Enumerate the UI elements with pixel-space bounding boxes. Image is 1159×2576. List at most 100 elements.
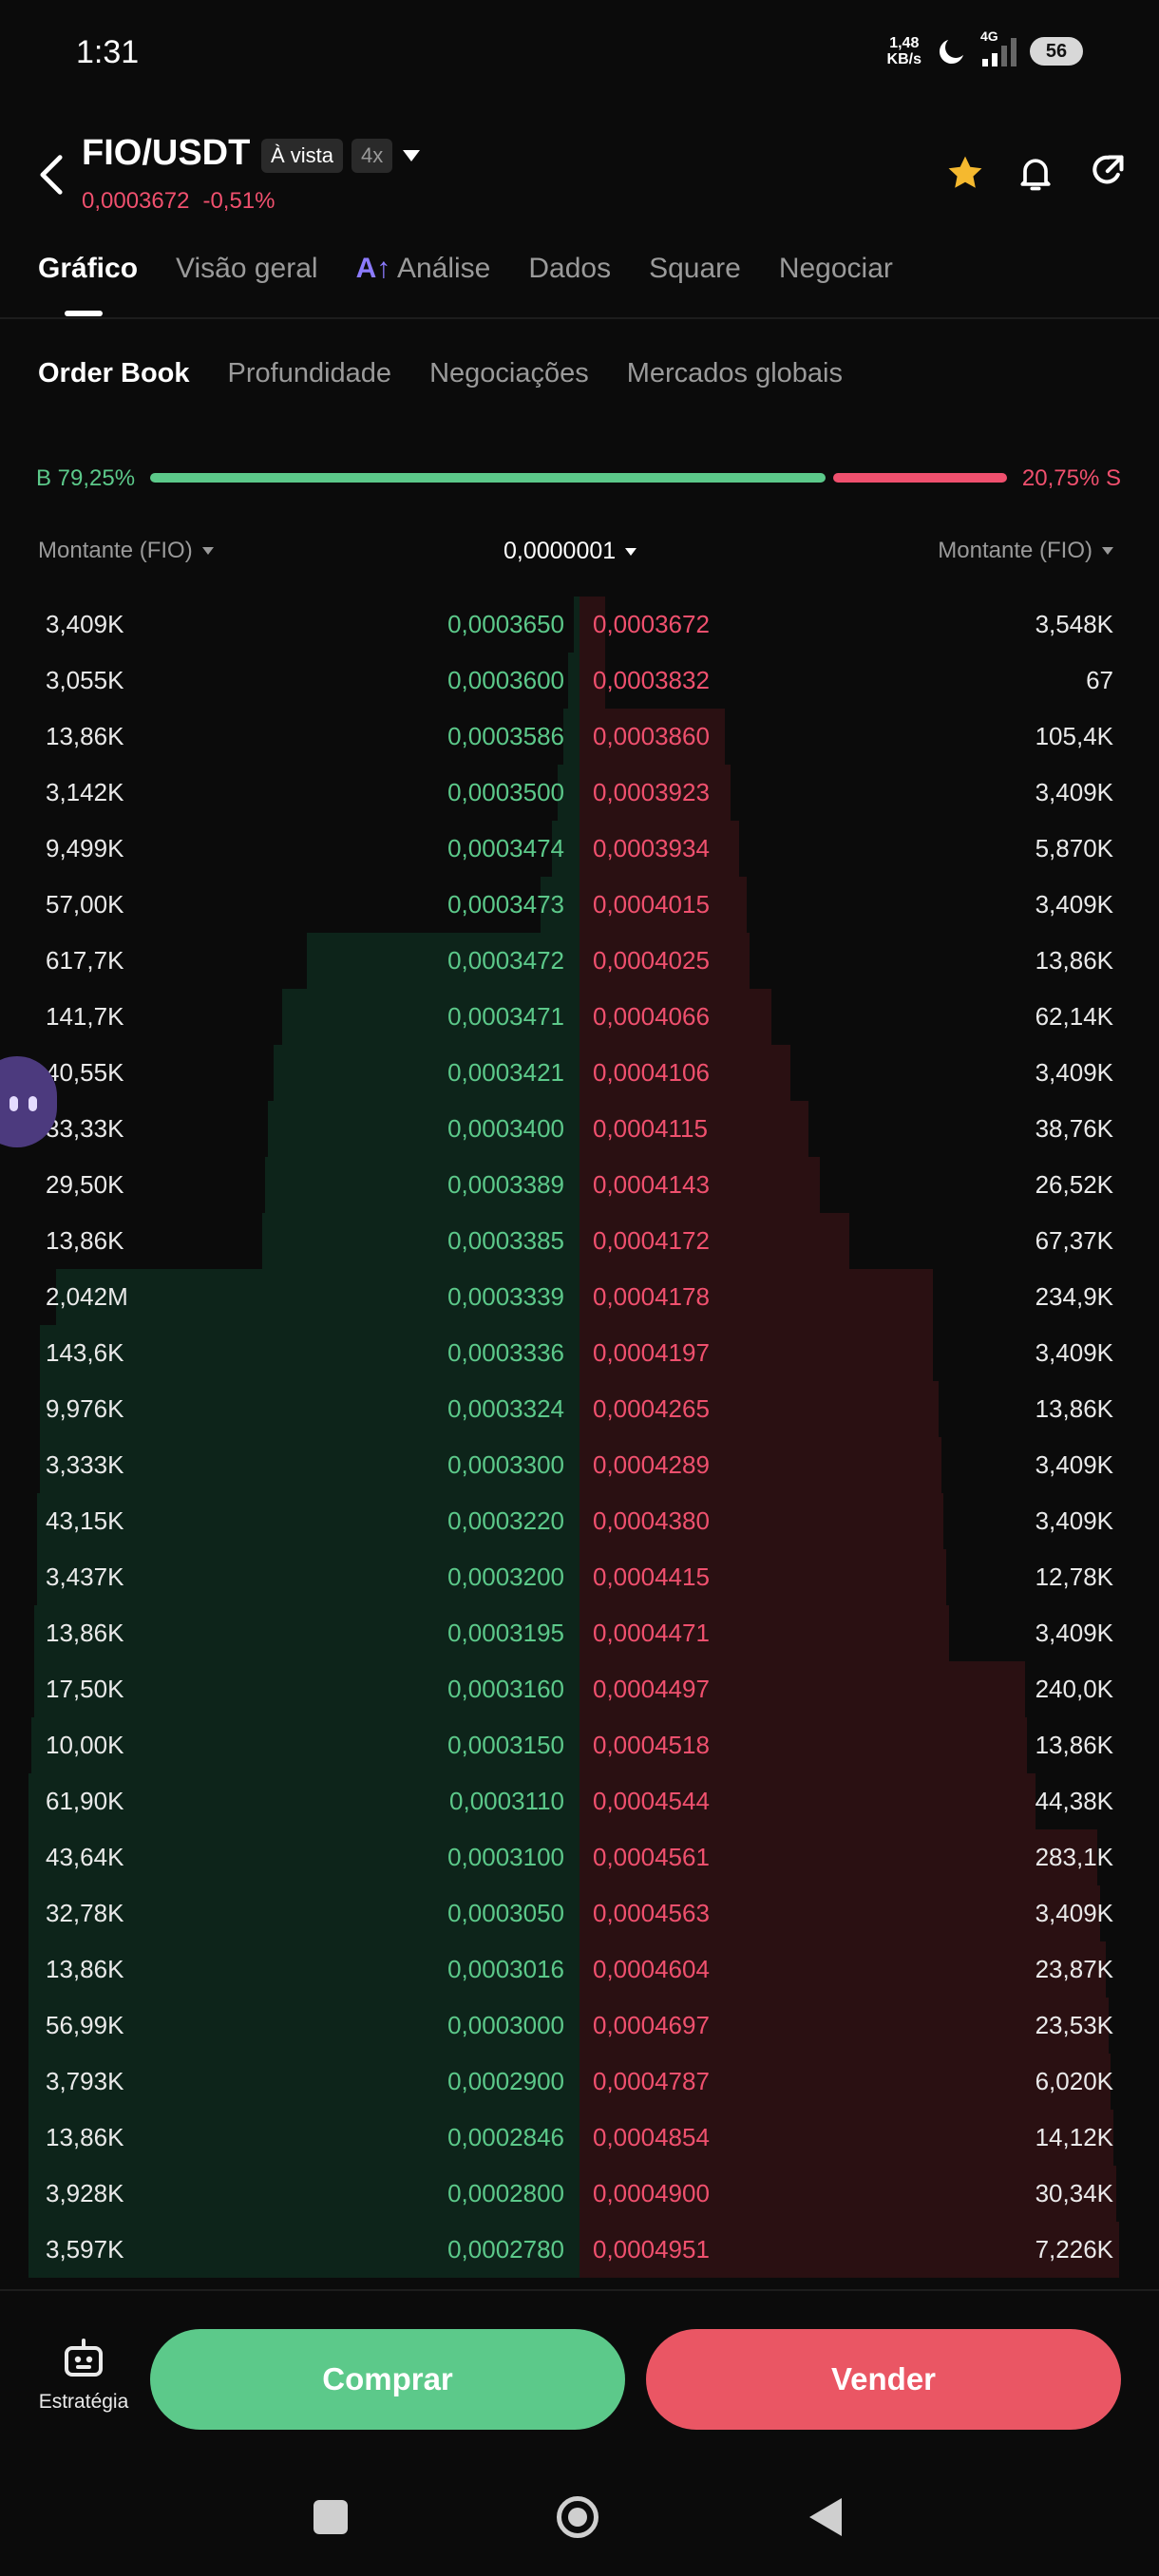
ask-price: 0,0004380 <box>593 1506 710 1535</box>
bid-price: 0,0003100 <box>447 1843 564 1871</box>
order-book-row[interactable]: 56,99K 0,0003000 0,0004697 23,53K <box>0 1998 1159 2054</box>
order-book-row[interactable]: 3,928K 0,0002800 0,0004900 30,34K <box>0 2166 1159 2222</box>
pair-dropdown-icon[interactable] <box>403 150 420 161</box>
bid-amount: 617,7K <box>46 946 124 975</box>
order-book-row[interactable]: 17,50K 0,0003160 0,0004497 240,0K <box>0 1661 1159 1717</box>
order-book-row[interactable]: 3,597K 0,0002780 0,0004951 7,226K <box>0 2222 1159 2278</box>
order-book-row[interactable]: 13,86K 0,0003016 0,0004604 23,87K <box>0 1941 1159 1998</box>
ask-amount: 14,12K <box>1035 2123 1113 2151</box>
order-book-row[interactable]: 33,33K 0,0003400 0,0004115 38,76K <box>0 1101 1159 1157</box>
order-book-row[interactable]: 13,86K 0,0003385 0,0004172 67,37K <box>0 1213 1159 1269</box>
buy-ratio-fill <box>150 473 826 483</box>
share-icon[interactable] <box>1085 152 1127 194</box>
bid-price: 0,0002846 <box>447 2123 564 2151</box>
subtab-order-book[interactable]: Order Book <box>38 358 190 389</box>
strategy-button[interactable]: Estratégia <box>27 2337 141 2414</box>
bid-price: 0,0003500 <box>447 778 564 806</box>
bid-price: 0,0003324 <box>447 1394 564 1423</box>
order-book-row[interactable]: 2,042M 0,0003339 0,0004178 234,9K <box>0 1269 1159 1325</box>
status-time: 1:31 <box>76 34 140 70</box>
ask-amount: 240,0K <box>1035 1675 1113 1703</box>
subtab-negociacoes[interactable]: Negociações <box>429 358 589 389</box>
order-book-row[interactable]: 57,00K 0,0003473 0,0004015 3,409K <box>0 877 1159 933</box>
bid-amount: 57,00K <box>46 890 124 919</box>
order-book-row[interactable]: 3,409K 0,0003650 0,0003672 3,548K <box>0 597 1159 653</box>
tab-square[interactable]: Square <box>649 253 741 285</box>
tab-analise[interactable]: A↑ Análise <box>356 253 491 285</box>
order-book-row[interactable]: 3,437K 0,0003200 0,0004415 12,78K <box>0 1549 1159 1605</box>
ask-amount: 234,9K <box>1035 1282 1113 1311</box>
order-book-row[interactable]: 9,499K 0,0003474 0,0003934 5,870K <box>0 821 1159 877</box>
bid-amount-header: Montante (FIO) <box>38 538 193 563</box>
sub-tabs: Order Book Profundidade Negociações Merc… <box>38 358 881 389</box>
order-book-row[interactable]: 3,333K 0,0003300 0,0004289 3,409K <box>0 1437 1159 1493</box>
order-book-row[interactable]: 13,86K 0,0003586 0,0003860 105,4K <box>0 709 1159 765</box>
bid-amount: 61,90K <box>46 1787 124 1815</box>
home-circle-icon[interactable] <box>557 2496 598 2538</box>
bid-amount: 3,142K <box>46 778 124 806</box>
order-book-row[interactable]: 13,86K 0,0002846 0,0004854 14,12K <box>0 2110 1159 2166</box>
order-book-row[interactable]: 29,50K 0,0003389 0,0004143 26,52K <box>0 1157 1159 1213</box>
bid-amount: 9,976K <box>46 1394 124 1423</box>
tab-grafico[interactable]: Gráfico <box>38 253 138 285</box>
order-book-row[interactable]: 61,90K 0,0003110 0,0004544 44,38K <box>0 1773 1159 1829</box>
bid-price: 0,0003473 <box>447 890 564 919</box>
ask-amount: 23,53K <box>1035 2011 1113 2039</box>
order-book-row[interactable]: 143,6K 0,0003336 0,0004197 3,409K <box>0 1325 1159 1381</box>
order-book-row[interactable]: 32,78K 0,0003050 0,0004563 3,409K <box>0 1885 1159 1941</box>
tab-visao-geral[interactable]: Visão geral <box>176 253 318 285</box>
bid-price: 0,0002900 <box>447 2067 564 2095</box>
ask-amount: 12,78K <box>1035 1563 1113 1591</box>
ask-price: 0,0004544 <box>593 1787 710 1815</box>
order-book-row[interactable]: 3,055K 0,0003600 0,0003832 67 <box>0 653 1159 709</box>
ai-icon: A↑ <box>355 253 391 284</box>
ask-amount: 23,87K <box>1035 1955 1113 1983</box>
bid-amount-column-selector[interactable]: Montante (FIO) <box>38 538 214 564</box>
status-icons: 1,48 KB/s 4G 56 <box>887 28 1083 68</box>
tab-dados[interactable]: Dados <box>528 253 611 285</box>
order-book-row[interactable]: 617,7K 0,0003472 0,0004025 13,86K <box>0 933 1159 989</box>
ask-amount: 3,409K <box>1035 1506 1113 1535</box>
bid-price: 0,0003586 <box>447 722 564 750</box>
bid-amount: 10,00K <box>46 1731 124 1759</box>
order-book-row[interactable]: 3,142K 0,0003500 0,0003923 3,409K <box>0 765 1159 821</box>
buy-ratio-label: B 79,25% <box>36 465 136 491</box>
order-book-row[interactable]: 13,86K 0,0003195 0,0004471 3,409K <box>0 1605 1159 1661</box>
ask-amount: 3,409K <box>1035 1058 1113 1087</box>
star-icon[interactable] <box>944 152 986 194</box>
order-book-row[interactable]: 40,55K 0,0003421 0,0004106 3,409K <box>0 1045 1159 1101</box>
sell-button[interactable]: Vender <box>646 2329 1121 2430</box>
ask-amount-column-selector[interactable]: Montante (FIO) <box>938 538 1113 564</box>
order-book-row[interactable]: 43,15K 0,0003220 0,0004380 3,409K <box>0 1493 1159 1549</box>
order-book-row[interactable]: 43,64K 0,0003100 0,0004561 283,1K <box>0 1829 1159 1885</box>
ask-price: 0,0003832 <box>593 666 710 694</box>
order-book-row[interactable]: 141,7K 0,0003471 0,0004066 62,14K <box>0 989 1159 1045</box>
back-icon[interactable] <box>36 154 66 196</box>
subtab-mercados-globais[interactable]: Mercados globais <box>627 358 843 389</box>
pair-title[interactable]: FIO/USDT <box>82 133 250 174</box>
order-book-row[interactable]: 9,976K 0,0003324 0,0004265 13,86K <box>0 1381 1159 1437</box>
recents-square-icon[interactable] <box>314 2500 348 2534</box>
network-type: 4G <box>980 28 998 44</box>
buy-button[interactable]: Comprar <box>150 2329 625 2430</box>
leverage-badge: 4x <box>352 139 393 173</box>
last-price: 0,0003672 <box>82 188 190 214</box>
order-book-row[interactable]: 3,793K 0,0002900 0,0004787 6,020K <box>0 2054 1159 2110</box>
bid-price: 0,0003220 <box>447 1506 564 1535</box>
precision-selector[interactable]: 0,0000001 <box>504 538 637 565</box>
ask-price: 0,0004561 <box>593 1843 710 1871</box>
bid-amount: 33,33K <box>46 1114 124 1143</box>
ask-price: 0,0004497 <box>593 1675 710 1703</box>
bid-amount: 3,409K <box>46 610 124 638</box>
ask-price: 0,0004066 <box>593 1002 710 1031</box>
subtab-profundidade[interactable]: Profundidade <box>228 358 392 389</box>
price-line: 0,0003672 -0,51% <box>82 188 276 215</box>
order-book-row[interactable]: 10,00K 0,0003150 0,0004518 13,86K <box>0 1717 1159 1773</box>
tab-negociar[interactable]: Negociar <box>779 253 893 285</box>
bid-price: 0,0003400 <box>447 1114 564 1143</box>
back-triangle-icon[interactable] <box>809 2498 842 2536</box>
ask-amount: 105,4K <box>1035 722 1113 750</box>
sell-ratio-label: 20,75% S <box>1021 465 1121 491</box>
ask-price: 0,0004951 <box>593 2235 710 2263</box>
bell-icon[interactable] <box>1015 152 1056 194</box>
